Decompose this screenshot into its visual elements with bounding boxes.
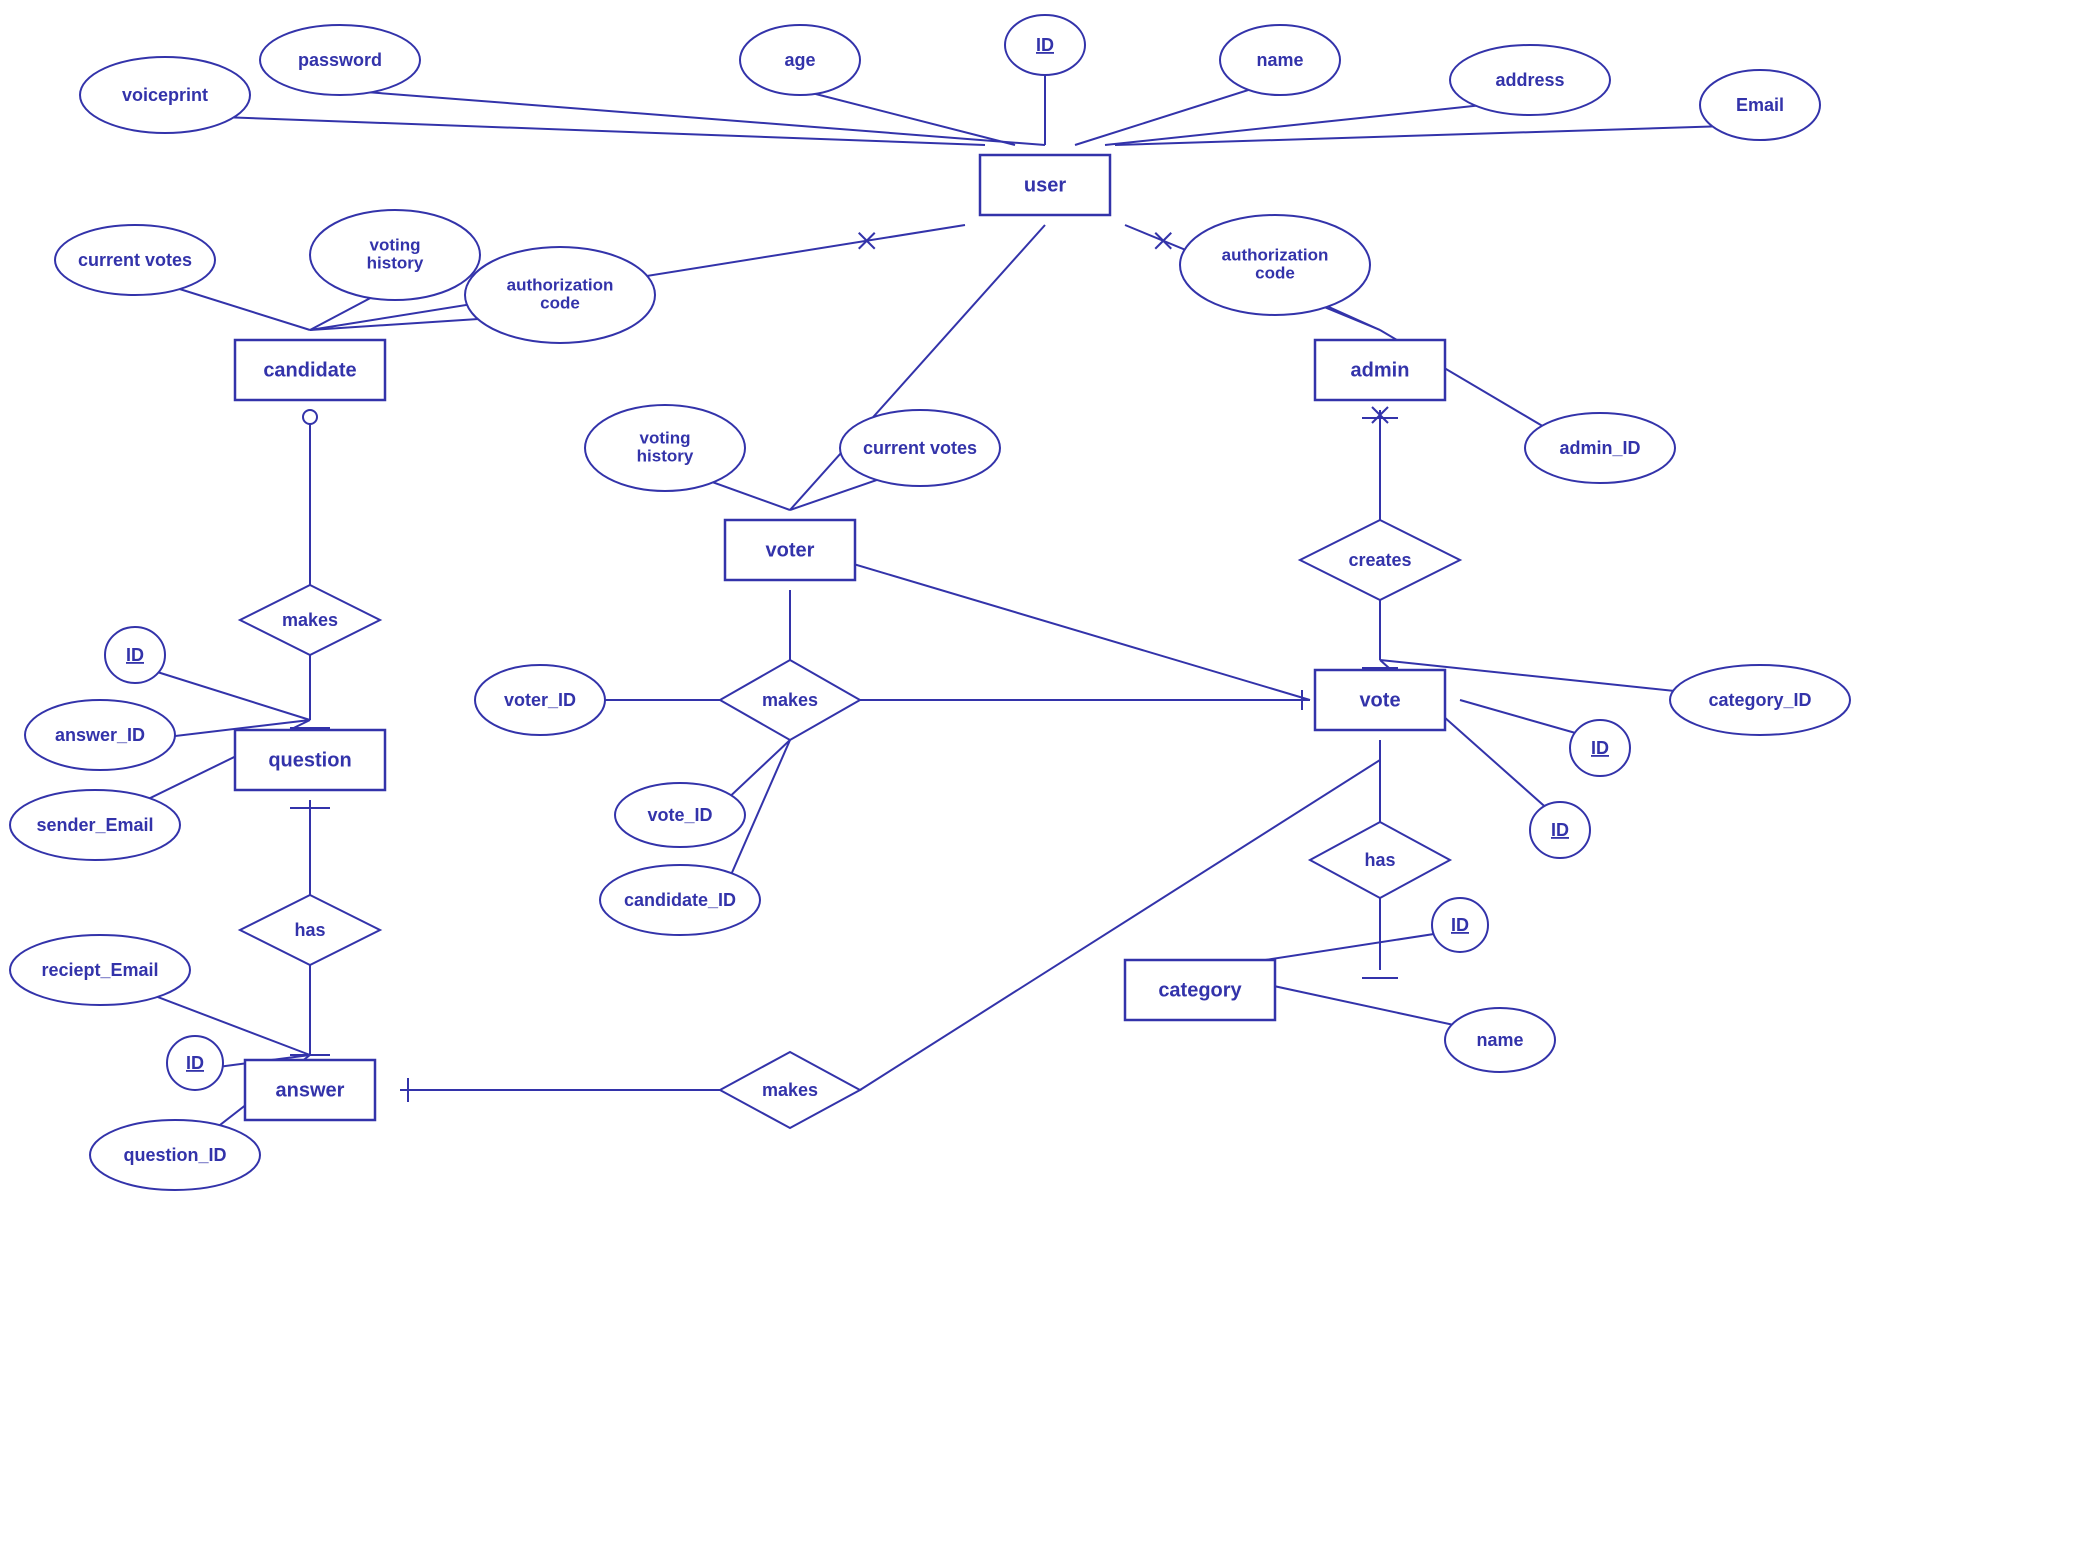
svg-text:user: user (1024, 174, 1066, 196)
svg-text:creates: creates (1348, 550, 1411, 570)
svg-text:makes: makes (762, 1080, 818, 1100)
svg-text:has: has (1364, 850, 1395, 870)
svg-text:question: question (268, 749, 351, 771)
svg-text:current votes: current votes (863, 438, 977, 458)
svg-text:admin: admin (1351, 359, 1410, 381)
svg-text:admin_ID: admin_ID (1559, 438, 1640, 458)
svg-text:voiceprint: voiceprint (122, 85, 208, 105)
svg-text:voter_ID: voter_ID (504, 690, 576, 710)
svg-text:history: history (637, 446, 694, 465)
svg-text:makes: makes (762, 690, 818, 710)
svg-text:answer: answer (276, 1079, 345, 1101)
svg-text:category: category (1158, 979, 1242, 1001)
svg-text:vote_ID: vote_ID (647, 805, 712, 825)
svg-text:voting: voting (640, 428, 691, 447)
er-diagram: user candidate voter admin vote question answe… (0, 0, 2090, 1566)
svg-text:ID: ID (1591, 738, 1609, 758)
svg-text:password: password (298, 50, 382, 70)
svg-text:address: address (1495, 70, 1564, 90)
svg-text:history: history (367, 253, 424, 272)
er-svg: user candidate voter admin vote question answe… (0, 0, 2090, 1566)
svg-text:ID: ID (1036, 35, 1054, 55)
svg-text:ID: ID (126, 645, 144, 665)
svg-text:ID: ID (1451, 915, 1469, 935)
svg-text:makes: makes (282, 610, 338, 630)
svg-text:age: age (784, 50, 815, 70)
svg-text:code: code (540, 293, 580, 312)
svg-text:name: name (1476, 1030, 1523, 1050)
svg-text:authorization: authorization (1222, 245, 1329, 264)
svg-text:authorization: authorization (507, 275, 614, 294)
svg-text:answer_ID: answer_ID (55, 725, 145, 745)
svg-text:voting: voting (370, 235, 421, 254)
svg-text:ID: ID (186, 1053, 204, 1073)
svg-text:question_ID: question_ID (123, 1145, 226, 1165)
svg-text:category_ID: category_ID (1708, 690, 1811, 710)
svg-text:current votes: current votes (78, 250, 192, 270)
svg-text:ID: ID (1551, 820, 1569, 840)
svg-text:reciept_Email: reciept_Email (41, 960, 158, 980)
svg-text:code: code (1255, 263, 1295, 282)
svg-text:has: has (294, 920, 325, 940)
svg-text:vote: vote (1359, 689, 1400, 711)
svg-text:Email: Email (1736, 95, 1784, 115)
svg-text:candidate: candidate (263, 359, 356, 381)
svg-text:candidate_ID: candidate_ID (624, 890, 736, 910)
svg-text:voter: voter (766, 539, 815, 561)
svg-text:name: name (1256, 50, 1303, 70)
svg-text:sender_Email: sender_Email (36, 815, 153, 835)
